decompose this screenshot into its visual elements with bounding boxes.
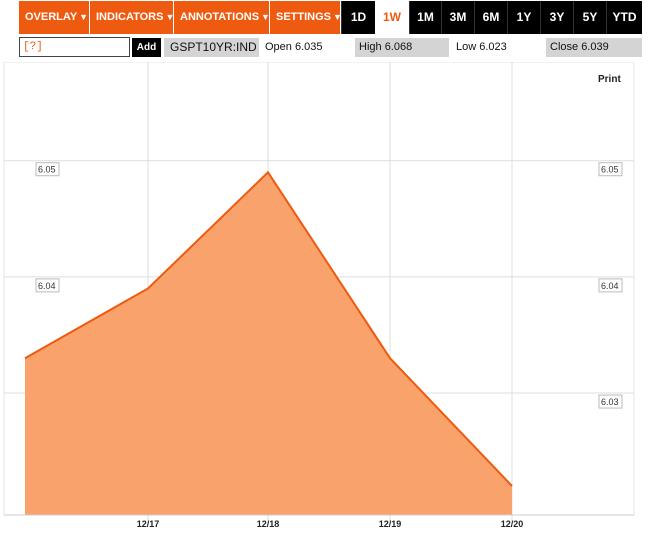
svg-text:6.03: 6.03: [601, 397, 619, 407]
annotations-menu[interactable]: ANNOTATIONS ▼: [174, 1, 270, 34]
range-1y-button[interactable]: 1Y: [507, 1, 540, 34]
price-chart: 6.036.036.046.046.056.0512/1712/1812/191…: [0, 61, 654, 529]
add-button[interactable]: Add: [132, 38, 161, 57]
ticker-label: GSPT10YR:IND: [164, 38, 259, 57]
range-3y-button[interactable]: 3Y: [540, 1, 573, 34]
y-tick-label-right: 6.03: [598, 394, 623, 409]
range-1m-button[interactable]: 1M: [409, 1, 441, 34]
indicators-menu[interactable]: INDICATORS ▼: [90, 1, 174, 34]
svg-text:6.04: 6.04: [601, 281, 619, 291]
price-chart-svg: 6.036.036.046.046.056.0512/1712/1812/191…: [3, 61, 635, 529]
y-tick-label-right: 6.04: [598, 278, 623, 293]
y-tick-label-right: 6.05: [598, 162, 623, 177]
range-6m-button[interactable]: 6M: [474, 1, 507, 34]
settings-menu[interactable]: SETTINGS ▼: [270, 1, 342, 34]
range-3m-button[interactable]: 3M: [441, 1, 474, 34]
x-tick-label: 12/19: [379, 519, 402, 529]
chart-toolbar: OVERLAY ▼ INDICATORS ▼ ANNOTATIONS ▼ SETTIN…: [0, 0, 654, 34]
close-stat: Close 6.039: [546, 38, 642, 57]
print-link[interactable]: Print: [598, 74, 621, 85]
svg-text:6.05: 6.05: [601, 165, 619, 175]
x-tick-label: 12/18: [257, 519, 280, 529]
caret-down-icon: ▼: [261, 12, 270, 22]
y-tick-label-left: 6.05: [35, 162, 60, 177]
series-area: [25, 172, 512, 516]
svg-text:6.05: 6.05: [38, 165, 56, 175]
y-tick-label-left: 6.04: [35, 278, 60, 293]
open-stat: Open 6.035: [265, 41, 323, 53]
x-tick-label: 12/17: [137, 519, 160, 529]
range-5y-button[interactable]: 5Y: [573, 1, 606, 34]
range-ytd-button[interactable]: YTD: [606, 1, 642, 34]
symbol-input[interactable]: [19, 37, 130, 57]
low-stat: Low 6.023: [456, 41, 507, 53]
overlay-menu[interactable]: OVERLAY ▼: [19, 1, 90, 34]
high-stat: High 6.068: [355, 38, 449, 57]
caret-down-icon: ▼: [79, 12, 89, 22]
range-1d-button[interactable]: 1D: [341, 1, 375, 34]
x-tick-label: 12/20: [501, 519, 524, 529]
range-1w-button[interactable]: 1W: [375, 1, 409, 34]
svg-text:6.04: 6.04: [38, 281, 56, 291]
